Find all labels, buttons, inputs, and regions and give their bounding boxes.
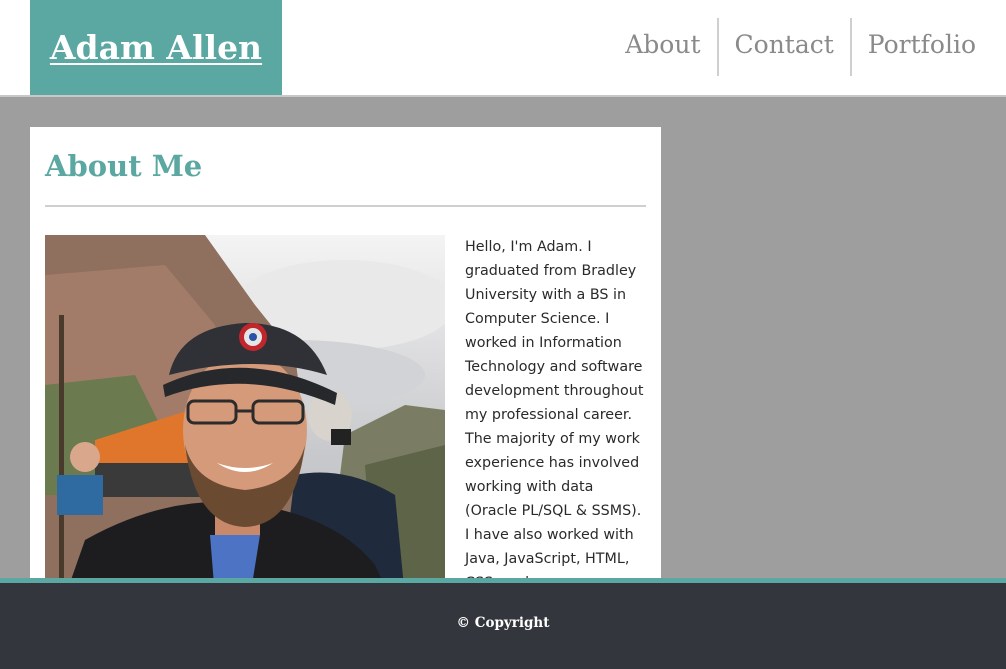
copyright-text: © Copyright <box>456 614 550 631</box>
site-title-link[interactable]: Adam Allen <box>50 28 262 67</box>
bio-text: Hello, I'm Adam. I graduated from Bradle… <box>465 239 644 591</box>
site-footer: © Copyright <box>0 583 1006 669</box>
section-title: About Me <box>45 149 203 183</box>
title-divider <box>45 205 646 207</box>
site-header: Adam Allen About Contact Portfolio <box>0 0 1006 97</box>
main-nav: About Contact Portfolio <box>625 18 976 76</box>
profile-photo <box>45 235 445 597</box>
nav-item-portfolio[interactable]: Portfolio <box>849 18 976 76</box>
about-card: About Me Hello, I'm Adam. I graduated fr… <box>30 127 661 597</box>
nav-item-contact[interactable]: Contact <box>716 18 850 76</box>
logo-box: Adam Allen <box>30 0 282 95</box>
nav-item-about[interactable]: About <box>625 18 716 76</box>
